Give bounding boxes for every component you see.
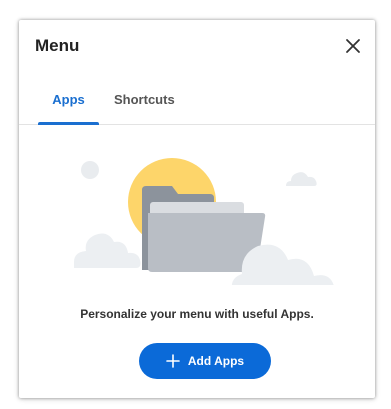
add-apps-button[interactable]: Add Apps [139, 343, 271, 379]
tab-apps[interactable]: Apps [38, 92, 99, 108]
decorative-dot [81, 161, 99, 179]
menu-panel: Menu Apps Shortcuts Personalize your men… [19, 20, 375, 398]
tab-bar: Apps Shortcuts [19, 82, 375, 125]
left-cloud-icon [74, 233, 141, 268]
screen-background: Menu Apps Shortcuts Personalize your men… [0, 0, 391, 409]
empty-state-message: Personalize your menu with useful Apps. [80, 307, 314, 321]
empty-state-illustration [74, 158, 334, 285]
add-apps-label: Add Apps [187, 354, 245, 368]
close-icon [346, 39, 360, 53]
plus-icon [166, 354, 180, 368]
close-button[interactable] [341, 34, 365, 58]
small-cloud-icon [286, 172, 317, 186]
tab-shortcuts[interactable]: Shortcuts [114, 92, 175, 108]
menu-title: Menu [35, 36, 80, 55]
active-tab-indicator [38, 122, 99, 125]
